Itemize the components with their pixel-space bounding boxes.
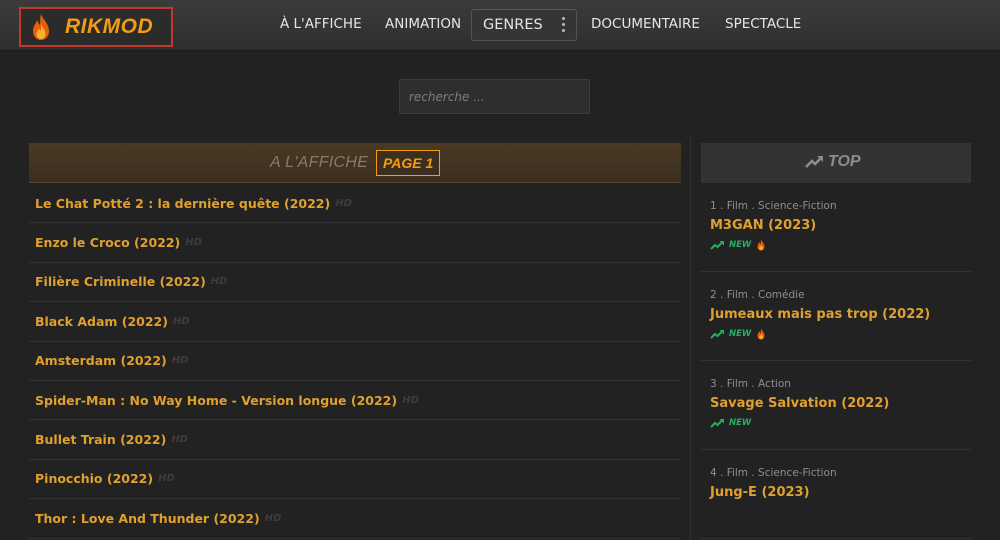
movie-title: Thor : Love And Thunder (2022) bbox=[35, 510, 260, 526]
list-item[interactable]: Black Adam (2022) HD bbox=[29, 302, 681, 342]
new-badge: NEW bbox=[710, 238, 971, 252]
new-label: NEW bbox=[729, 329, 752, 339]
top-item-meta: 4 . Film . Science-Fiction bbox=[710, 467, 837, 479]
trending-up-icon bbox=[710, 418, 724, 428]
movie-title: Spider-Man : No Way Home - Version longu… bbox=[35, 392, 398, 408]
hd-badge: HD bbox=[172, 315, 190, 327]
list-item[interactable]: Enzo le Croco (2022) HD bbox=[29, 223, 681, 263]
top-item[interactable]: 2 . Film . Comédie Jumeaux mais pas trop… bbox=[701, 272, 971, 361]
flame-icon bbox=[757, 239, 765, 251]
new-badge: NEW bbox=[710, 416, 971, 430]
hd-badge: HD bbox=[335, 197, 352, 209]
list-item[interactable]: Amsterdam (2022) HD bbox=[29, 342, 681, 381]
top-item[interactable]: 4 . Film . Science-Fiction Jung-E (2023) bbox=[701, 450, 971, 539]
top-item[interactable]: 3 . Film . Action Savage Salvation (2022… bbox=[701, 361, 971, 450]
nav-item-animation[interactable]: ANIMATION bbox=[385, 16, 461, 32]
top-header: TOP bbox=[701, 143, 971, 183]
hd-badge: HD bbox=[171, 355, 189, 367]
hd-badge: HD bbox=[158, 473, 175, 485]
main-nav: À L'AFFICHE ANIMATION GENRES DOCUMENTAIR… bbox=[0, 0, 1000, 51]
page-badge: PAGE 1 bbox=[376, 150, 441, 176]
section-header: A L'AFFICHE PAGE 1 bbox=[29, 143, 681, 183]
hd-badge: HD bbox=[185, 237, 202, 249]
trending-up-icon bbox=[710, 329, 724, 339]
movie-list: Le Chat Potté 2 : la dernière quête (202… bbox=[29, 184, 681, 539]
section-title: A L'AFFICHE bbox=[270, 154, 369, 171]
trending-up-icon bbox=[805, 156, 823, 168]
movie-title: Le Chat Potté 2 : la dernière quête (202… bbox=[35, 195, 331, 211]
trending-up-icon bbox=[710, 240, 724, 250]
movie-title: Pinocchio (2022) bbox=[35, 471, 154, 487]
list-item[interactable]: Le Chat Potté 2 : la dernière quête (202… bbox=[29, 184, 681, 224]
nav-item-genres[interactable]: GENRES bbox=[471, 9, 577, 41]
hd-badge: HD bbox=[210, 276, 228, 288]
flame-icon bbox=[757, 328, 765, 340]
top-item-meta: 1 . Film . Science-Fiction bbox=[710, 200, 837, 212]
top-item-title: Jumeaux mais pas trop (2022) bbox=[710, 307, 931, 322]
nav-item-spectacle[interactable]: SPECTACLE bbox=[725, 16, 801, 32]
list-item[interactable]: Filière Criminelle (2022) HD bbox=[29, 263, 681, 303]
movie-title: Filière Criminelle (2022) bbox=[35, 274, 206, 290]
movie-title: Enzo le Croco (2022) bbox=[35, 235, 181, 251]
nav-item-documentaire[interactable]: DOCUMENTAIRE bbox=[591, 16, 700, 32]
nav-item-a-laffiche[interactable]: À L'AFFICHE bbox=[280, 16, 362, 32]
top-item-title: M3GAN (2023) bbox=[710, 218, 817, 233]
top-item-meta: 3 . Film . Action bbox=[710, 378, 791, 390]
top-item-title: Savage Salvation (2022) bbox=[710, 396, 890, 411]
search-input[interactable] bbox=[399, 79, 590, 114]
header: RIKMOD À L'AFFICHE ANIMATION GENRES DOCU… bbox=[0, 0, 1000, 51]
column-divider bbox=[690, 133, 691, 540]
list-item[interactable]: Thor : Love And Thunder (2022) HD bbox=[29, 499, 681, 539]
top-item-meta: 2 . Film . Comédie bbox=[710, 289, 805, 301]
top-list: 1 . Film . Science-Fiction M3GAN (2023) … bbox=[701, 183, 971, 539]
new-label: NEW bbox=[729, 418, 752, 428]
top-item-title: Jung-E (2023) bbox=[710, 485, 810, 500]
list-item[interactable]: Bullet Train (2022) HD bbox=[29, 420, 681, 460]
nav-genres-label: GENRES bbox=[483, 17, 543, 33]
hd-badge: HD bbox=[402, 394, 419, 406]
new-label: NEW bbox=[729, 240, 752, 250]
top-item[interactable]: 1 . Film . Science-Fiction M3GAN (2023) … bbox=[701, 183, 971, 272]
new-badge: NEW bbox=[710, 327, 971, 341]
hd-badge: HD bbox=[171, 434, 188, 446]
movie-title: Amsterdam (2022) bbox=[35, 353, 167, 369]
movie-title: Black Adam (2022) bbox=[35, 313, 168, 329]
top-title: TOP bbox=[828, 153, 861, 170]
list-item[interactable]: Pinocchio (2022) HD bbox=[29, 460, 681, 500]
vertical-dots-icon bbox=[562, 17, 566, 35]
list-item[interactable]: Spider-Man : No Way Home - Version longu… bbox=[29, 381, 681, 421]
movie-title: Bullet Train (2022) bbox=[35, 432, 167, 448]
hd-badge: HD bbox=[264, 512, 282, 524]
